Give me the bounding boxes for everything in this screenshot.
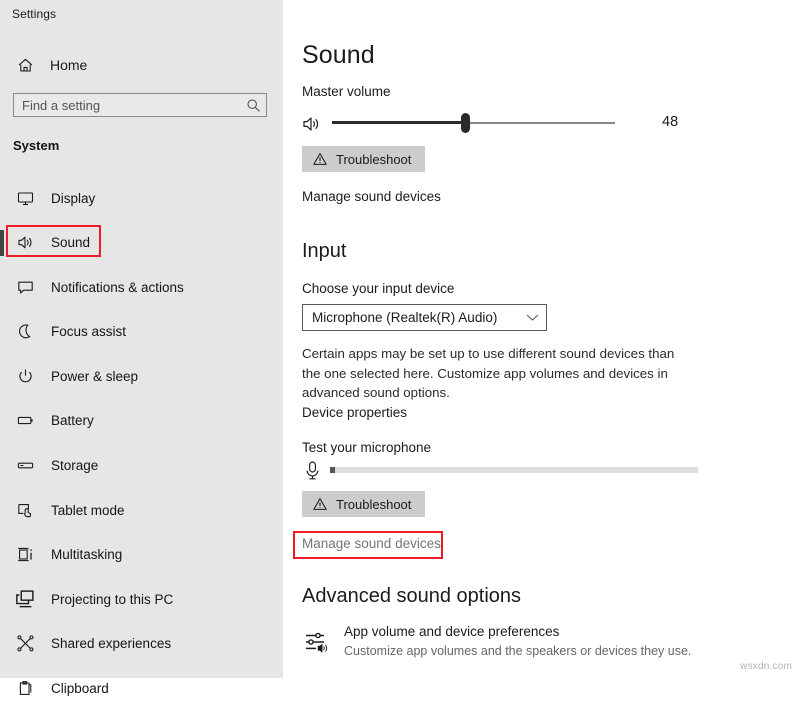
tablet-icon	[14, 499, 36, 521]
sidebar-item-multitasking[interactable]: Multitasking	[0, 540, 283, 570]
input-device-value: Microphone (Realtek(R) Audio)	[303, 310, 518, 325]
sidebar-item-battery[interactable]: Battery	[0, 406, 283, 436]
input-section-title: Input	[302, 240, 346, 263]
power-icon	[14, 365, 36, 387]
warning-icon	[313, 152, 327, 166]
input-device-dropdown[interactable]: Microphone (Realtek(R) Audio)	[302, 304, 547, 331]
sidebar-item-label: Sound	[51, 235, 90, 250]
sidebar-item-label: Power & sleep	[51, 369, 138, 384]
selection-indicator	[0, 230, 4, 256]
volume-thumb[interactable]	[461, 113, 470, 133]
sidebar-item-label: Tablet mode	[51, 503, 125, 518]
settings-window: Settings Home System	[0, 0, 800, 678]
speaker-icon	[302, 114, 322, 134]
sidebar-item-label: Shared experiences	[51, 636, 171, 651]
sidebar-nav-list: Display Sound	[0, 183, 283, 718]
sidebar-item-storage[interactable]: Storage	[0, 451, 283, 481]
sidebar-item-label: Battery	[51, 413, 94, 428]
sidebar-item-clipboard[interactable]: Clipboard	[0, 674, 283, 704]
page-title: Sound	[302, 41, 375, 70]
search-icon	[240, 98, 266, 113]
app-volume-title: App volume and device preferences	[344, 623, 691, 641]
manage-sound-devices-link-input[interactable]: Manage sound devices	[302, 536, 441, 551]
test-microphone-label: Test your microphone	[302, 440, 431, 455]
troubleshoot-label: Troubleshoot	[336, 497, 411, 512]
window-title: Settings	[12, 7, 56, 21]
monitor-icon	[14, 187, 36, 209]
clipboard-icon	[14, 678, 36, 700]
choose-input-device-label: Choose your input device	[302, 281, 454, 296]
warning-icon	[313, 497, 327, 511]
sidebar-item-label: Display	[51, 191, 95, 206]
device-properties-link[interactable]: Device properties	[302, 405, 407, 420]
microphone-icon	[304, 460, 321, 482]
sidebar-item-label: Multitasking	[51, 547, 122, 562]
sidebar-item-label: Clipboard	[51, 681, 109, 696]
troubleshoot-output-button[interactable]: Troubleshoot	[302, 146, 425, 172]
app-volume-texts: App volume and device preferences Custom…	[344, 623, 691, 660]
home-icon	[8, 57, 42, 74]
app-volume-subtitle: Customize app volumes and the speakers o…	[344, 642, 691, 660]
sidebar-item-label: Focus assist	[51, 324, 126, 339]
storage-icon	[14, 455, 36, 477]
speaker-icon	[14, 232, 36, 254]
sidebar-item-shared-experiences[interactable]: Shared experiences	[0, 629, 283, 659]
sidebar-item-power-sleep[interactable]: Power & sleep	[0, 361, 283, 391]
chevron-down-icon	[518, 313, 546, 322]
microphone-level-fill	[330, 467, 335, 473]
master-volume-label: Master volume	[302, 84, 391, 99]
multitasking-icon	[14, 544, 36, 566]
advanced-section-title: Advanced sound options	[302, 585, 521, 608]
volume-value: 48	[662, 114, 678, 130]
notification-icon	[14, 276, 36, 298]
volume-fill	[332, 121, 468, 124]
master-volume-slider[interactable]: 48	[302, 110, 702, 138]
sidebar-item-home[interactable]: Home	[0, 50, 283, 80]
sidebar-item-label: Projecting to this PC	[51, 592, 173, 607]
microphone-level-track	[330, 467, 698, 473]
sidebar-item-projecting[interactable]: Projecting to this PC	[0, 584, 283, 614]
watermark: wsxdn.com	[740, 661, 792, 672]
sidebar-home-label: Home	[50, 57, 87, 73]
share-icon	[14, 633, 36, 655]
sidebar-item-label: Storage	[51, 458, 98, 473]
app-volume-icon	[302, 627, 332, 657]
sidebar-item-focus-assist[interactable]: Focus assist	[0, 317, 283, 347]
sidebar-item-notifications[interactable]: Notifications & actions	[0, 272, 283, 302]
sidebar-group-header: System	[13, 138, 59, 153]
sidebar-item-tablet-mode[interactable]: Tablet mode	[0, 495, 283, 525]
sidebar: Settings Home System	[0, 0, 283, 678]
input-description: Certain apps may be set up to use differ…	[302, 344, 694, 403]
moon-icon	[14, 321, 36, 343]
search-input[interactable]	[14, 94, 240, 116]
battery-icon	[14, 410, 36, 432]
sidebar-item-label: Notifications & actions	[51, 280, 184, 295]
manage-sound-devices-link-output[interactable]: Manage sound devices	[302, 189, 441, 204]
microphone-level-meter	[302, 459, 702, 483]
sidebar-item-display[interactable]: Display	[0, 183, 283, 213]
troubleshoot-label: Troubleshoot	[336, 152, 411, 167]
app-volume-preferences-row[interactable]: App volume and device preferences Custom…	[302, 623, 691, 660]
search-box[interactable]	[13, 93, 267, 117]
sidebar-item-sound[interactable]: Sound	[0, 228, 283, 258]
projecting-icon	[14, 588, 36, 610]
main-content: Sound Master volume 48	[283, 0, 800, 678]
troubleshoot-input-button[interactable]: Troubleshoot	[302, 491, 425, 517]
